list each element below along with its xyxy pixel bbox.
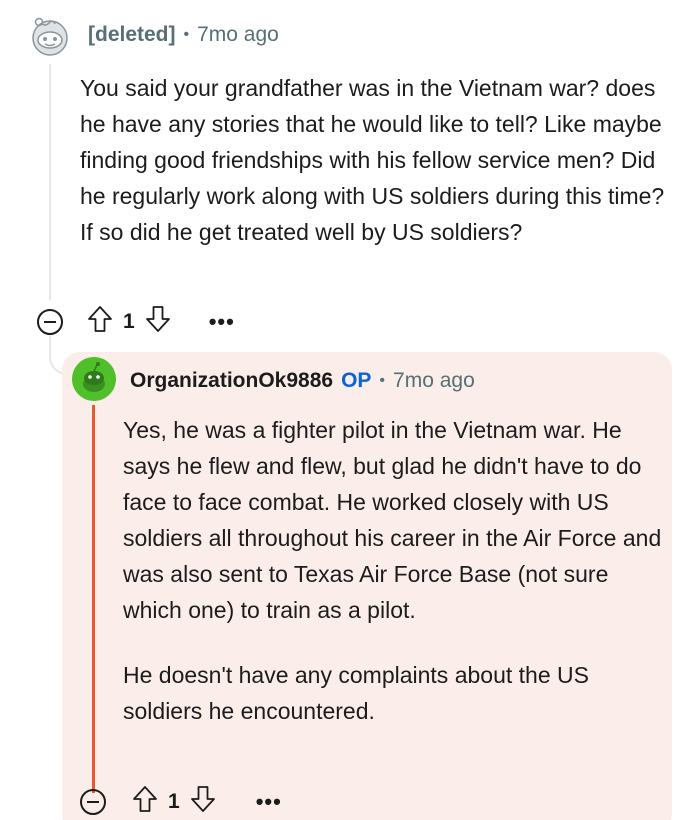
- comment-actions: 1 •••: [80, 785, 282, 818]
- collapse-icon[interactable]: [37, 308, 63, 335]
- comment-body: You said your grandfather was in the Vie…: [80, 75, 665, 245]
- upvote-icon[interactable]: [87, 305, 113, 338]
- deleted-user-avatar-icon: [27, 13, 73, 59]
- comment-thread: [deleted] • 7mo ago You said your grandf…: [0, 0, 700, 820]
- thread-line[interactable]: [49, 64, 51, 300]
- downvote-icon[interactable]: [145, 305, 171, 338]
- downvote-icon[interactable]: [190, 785, 216, 818]
- vote-count: 1: [123, 309, 135, 333]
- comment-timestamp[interactable]: 7mo ago: [197, 23, 279, 47]
- snoo-avatar-icon: [72, 357, 116, 401]
- comment-meta: OrganizationOk9886 OP • 7mo ago: [130, 368, 475, 394]
- upvote-icon[interactable]: [132, 785, 158, 818]
- comment-actions: 1 •••: [37, 305, 235, 338]
- meta-separator: •: [379, 372, 386, 389]
- vote-count: 1: [168, 789, 180, 813]
- vote-controls: 1: [132, 785, 216, 818]
- op-badge: OP: [341, 369, 372, 392]
- more-options-icon[interactable]: •••: [209, 309, 235, 335]
- comment-paragraph: He doesn't have any complaints about the…: [123, 662, 589, 724]
- comment-author[interactable]: [deleted]: [88, 23, 176, 47]
- thread-line[interactable]: [92, 405, 95, 793]
- comment-body: Yes, he was a fighter pilot in the Vietn…: [123, 412, 663, 729]
- meta-separator: •: [183, 26, 190, 43]
- more-options-icon[interactable]: •••: [256, 789, 282, 815]
- comment-meta: [deleted] • 7mo ago: [88, 22, 279, 48]
- collapse-icon[interactable]: [80, 788, 106, 815]
- vote-controls: 1: [87, 305, 171, 338]
- comment-author[interactable]: OrganizationOk9886: [130, 369, 333, 393]
- comment-paragraph: Yes, he was a fighter pilot in the Vietn…: [123, 417, 662, 623]
- comment-timestamp[interactable]: 7mo ago: [393, 369, 475, 393]
